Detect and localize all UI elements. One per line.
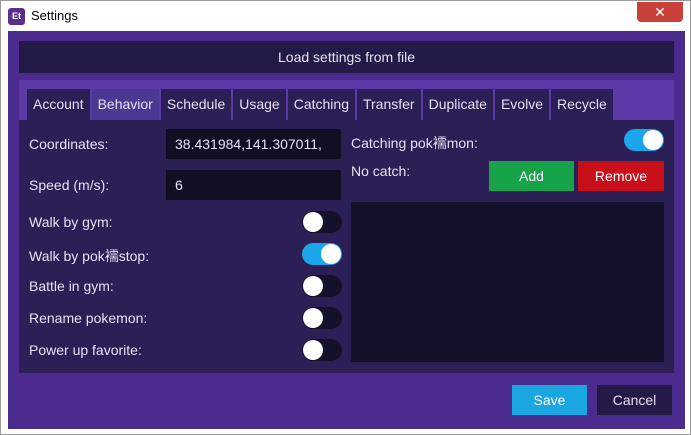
tab-transfer[interactable]: Transfer bbox=[356, 89, 421, 120]
remove-no-catch-button[interactable]: Remove bbox=[578, 161, 664, 191]
behavior-tab-content: Coordinates: 38.431984,141.307011, Speed… bbox=[19, 120, 674, 373]
rename-pokemon-toggle[interactable] bbox=[302, 307, 342, 329]
window-title: Settings bbox=[31, 8, 78, 23]
toggle-knob bbox=[303, 212, 323, 232]
tab-schedule[interactable]: Schedule bbox=[160, 89, 232, 120]
coordinates-label: Coordinates: bbox=[29, 136, 109, 152]
close-button[interactable]: ✕ bbox=[637, 2, 683, 22]
no-catch-label: No catch: bbox=[351, 163, 411, 179]
toggle-knob bbox=[321, 244, 341, 264]
load-settings-button[interactable]: Load settings from file bbox=[19, 41, 674, 73]
battle-in-gym-toggle[interactable] bbox=[302, 275, 342, 297]
tab-catching[interactable]: Catching bbox=[287, 89, 355, 120]
settings-body: Load settings from file Account Behavior… bbox=[8, 31, 685, 429]
toggle-knob bbox=[303, 308, 323, 328]
speed-input[interactable]: 6 bbox=[166, 170, 341, 200]
app-icon: Et bbox=[8, 8, 25, 25]
power-up-favorite-label: Power up favorite: bbox=[29, 342, 142, 358]
walk-by-pokestop-toggle[interactable] bbox=[302, 243, 342, 265]
walk-by-gym-label: Walk by gym: bbox=[29, 214, 113, 230]
coordinates-input[interactable]: 38.431984,141.307011, bbox=[166, 129, 341, 159]
tab-panel: Account Behavior Schedule Usage Catching… bbox=[19, 80, 674, 373]
walk-by-pokestop-label: Walk by pok襦stop: bbox=[29, 248, 150, 264]
cancel-button[interactable]: Cancel bbox=[597, 385, 672, 415]
walk-by-gym-toggle[interactable] bbox=[302, 211, 342, 233]
settings-window: Et Settings ✕ Load settings from file Ac… bbox=[0, 0, 691, 435]
rename-pokemon-label: Rename pokemon: bbox=[29, 310, 148, 326]
tab-duplicate[interactable]: Duplicate bbox=[422, 89, 493, 120]
toggle-knob bbox=[643, 130, 663, 150]
tab-evolve[interactable]: Evolve bbox=[494, 89, 549, 120]
catching-pokemon-label: Catching pok襦mon: bbox=[351, 135, 478, 151]
battle-in-gym-label: Battle in gym: bbox=[29, 278, 114, 294]
tab-bar: Account Behavior Schedule Usage Catching… bbox=[27, 89, 613, 120]
toggle-knob bbox=[303, 276, 323, 296]
power-up-favorite-toggle[interactable] bbox=[302, 339, 342, 361]
tab-behavior[interactable]: Behavior bbox=[91, 89, 159, 120]
speed-label: Speed (m/s): bbox=[29, 177, 110, 193]
save-button[interactable]: Save bbox=[512, 385, 587, 415]
tab-account[interactable]: Account bbox=[27, 89, 90, 120]
add-no-catch-button[interactable]: Add bbox=[489, 161, 574, 191]
no-catch-list[interactable] bbox=[351, 202, 664, 362]
toggle-knob bbox=[303, 340, 323, 360]
title-bar[interactable]: Et Settings ✕ bbox=[1, 1, 690, 31]
tab-recycle[interactable]: Recycle bbox=[551, 89, 613, 120]
catching-pokemon-toggle[interactable] bbox=[624, 129, 664, 151]
tab-usage[interactable]: Usage bbox=[233, 89, 286, 120]
